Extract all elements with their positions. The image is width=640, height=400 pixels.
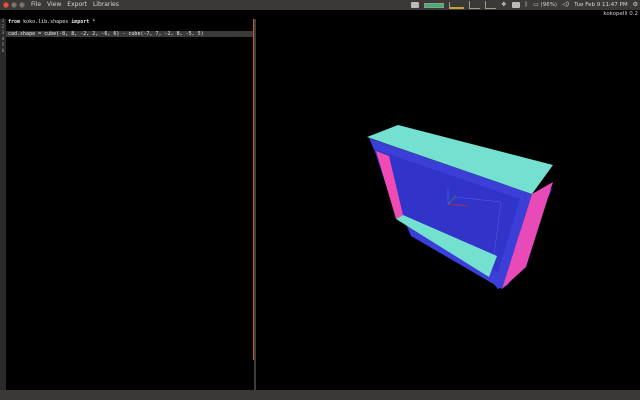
clock[interactable]: Tue Feb 9 11:47 PM: [574, 0, 628, 10]
line-number: 1: [1, 19, 5, 24]
keyword-from: from: [8, 19, 21, 25]
memory-graph-icon[interactable]: [469, 1, 481, 9]
window-controls: [3, 2, 25, 8]
app-indicator-icon[interactable]: [411, 2, 420, 8]
maximize-window-button[interactable]: [19, 2, 25, 8]
network-graph-icon[interactable]: [485, 1, 497, 9]
screen: File View Export Libraries ❖ ᛒ ▭ (96%) ◁…: [0, 0, 640, 400]
line-number: 2: [1, 25, 5, 30]
battery-percent: (96%): [540, 2, 558, 8]
bluetooth-icon[interactable]: ᛒ: [525, 0, 529, 10]
battery-icon: ▭: [533, 1, 539, 8]
menubar: File View Export Libraries ❖ ᛒ ▭ (96%) ◁…: [0, 0, 640, 10]
code-line-import[interactable]: from koko.lib.shapes import *: [8, 19, 95, 25]
render-canvas: [367, 125, 553, 289]
line-number: 6: [1, 49, 5, 54]
system-monitor-bar-icon[interactable]: [424, 2, 445, 8]
keyboard-layout-icon[interactable]: [511, 2, 520, 8]
code-editor[interactable]: 1 2 3 4 5 6 from koko.lib.shapes import …: [0, 19, 254, 390]
menu-export[interactable]: Export: [67, 0, 87, 10]
window-titlebar: kokopelli 0.2: [0, 10, 640, 19]
menu-libraries[interactable]: Libraries: [93, 0, 119, 10]
import-star: *: [92, 19, 96, 25]
code-line-shape[interactable]: cad.shape = cube(-8, 8, -2, 2, -6, 6) - …: [6, 31, 254, 37]
volume-icon[interactable]: ◁): [562, 0, 569, 10]
system-tray: ❖ ᛒ ▭ (96%) ◁) Tue Feb 9 11:47 PM ⚙: [411, 0, 638, 10]
line-number: 4: [1, 37, 5, 42]
window-title: kokopelli 0.2: [603, 11, 638, 17]
minimize-window-button[interactable]: [11, 2, 17, 8]
line-number: 5: [1, 43, 5, 48]
menu-view[interactable]: View: [47, 0, 61, 10]
close-window-button[interactable]: [3, 2, 9, 8]
keyword-import: import: [71, 19, 90, 25]
cpu-graph-icon[interactable]: [449, 1, 465, 9]
module-name: koko.lib.shapes: [23, 19, 69, 25]
dropbox-icon[interactable]: ❖: [501, 0, 506, 10]
settings-gear-icon[interactable]: ⚙: [633, 0, 638, 10]
battery-indicator[interactable]: ▭ (96%): [533, 0, 557, 10]
3d-viewport[interactable]: [256, 19, 640, 390]
line-number-gutter: 1 2 3 4 5 6: [0, 19, 6, 390]
menu-file[interactable]: File: [31, 0, 41, 10]
status-bar: [0, 390, 640, 400]
